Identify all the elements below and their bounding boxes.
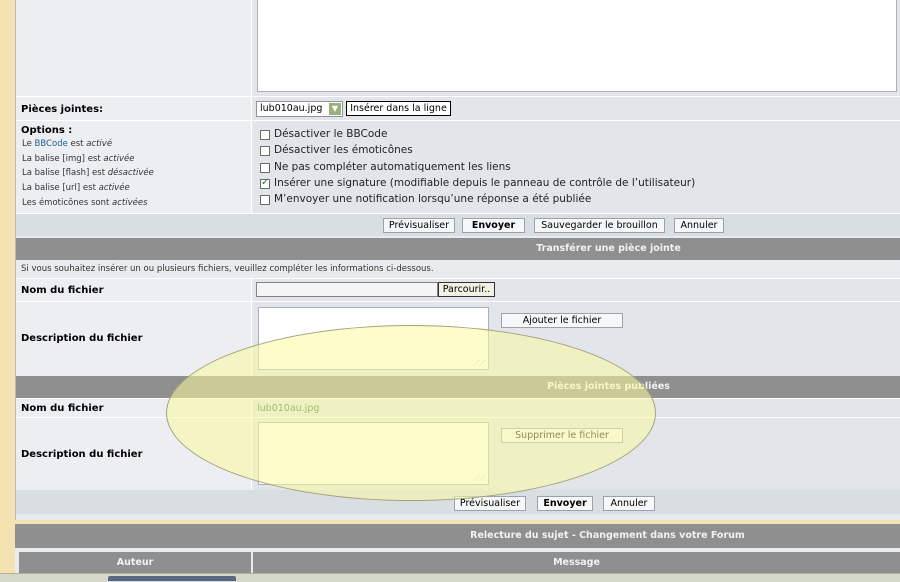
notify-label: M’envoyer une notification lorsqu’une ré… <box>274 193 592 205</box>
published-filename-label: Nom du fichier <box>21 403 104 414</box>
option-info-img: La balise [img] est activée <box>22 154 135 164</box>
attachments-selected: lub010au.jpg <box>260 103 323 114</box>
taskbar-button[interactable] <box>108 576 236 581</box>
notify-checkbox[interactable] <box>260 195 270 205</box>
disable-smilies-checkbox[interactable] <box>260 146 270 156</box>
message-textarea[interactable] <box>257 0 897 92</box>
file-path-input[interactable] <box>256 282 438 297</box>
published-description-textarea[interactable]: ⋰⋰ <box>258 422 489 485</box>
published-filename-row: Nom du fichier lub010au.jpg <box>16 399 900 417</box>
option-info-flash: La balise [flash] est désactivée <box>22 168 154 178</box>
bottom-cancel-button[interactable]: Annuler <box>603 496 655 511</box>
message-row <box>16 0 900 96</box>
resize-grip-icon[interactable]: ⋰⋰ <box>473 474 486 482</box>
upload-description-label-cell: Description du fichier <box>16 302 252 376</box>
attachments-select[interactable]: lub010au.jpg ▼ <box>256 101 343 117</box>
disable-bbcode-checkbox[interactable] <box>260 130 270 140</box>
insert-inline-button[interactable]: Insérer dans la ligne <box>346 101 451 116</box>
message-value-cell <box>253 0 900 96</box>
published-description-value-cell: ⋰⋰ Supprimer le fichier <box>253 418 900 490</box>
attach-signature-label: Insérer une signature (modifiable depuis… <box>274 177 696 189</box>
published-description-row: Description du fichier ⋰⋰ Supprimer le f… <box>16 418 900 490</box>
upload-filename-row: Nom du fichier Parcourir.. <box>16 279 900 301</box>
upload-hint-row: Si vous souhaitez insérer un ou plusieur… <box>16 260 900 278</box>
upload-filename-value-cell: Parcourir.. <box>253 279 900 301</box>
review-header: Relecture du sujet - Changement dans vot… <box>15 524 900 548</box>
add-file-button[interactable]: Ajouter le fichier <box>501 313 623 328</box>
option-info-url: La balise [url] est activée <box>22 183 130 193</box>
bottom-actions-row: Prévisualiser Envoyer Annuler <box>16 490 900 514</box>
upload-hint: Si vous souhaitez insérer un ou plusieur… <box>21 264 434 274</box>
actions-row: Prévisualiser Envoyer Sauvegarder le bro… <box>16 214 900 236</box>
delete-file-button[interactable]: Supprimer le fichier <box>501 428 623 443</box>
resize-grip-icon[interactable]: ⋰⋰ <box>473 359 486 367</box>
upload-description-value-cell: ⋰⋰ Ajouter le fichier <box>253 302 900 376</box>
attachments-label: Pièces jointes: <box>21 104 104 115</box>
disable-smilies-label: Désactiver les émoticônes <box>274 144 413 156</box>
disable-bbcode-label: Désactiver le BBCode <box>274 128 388 140</box>
attachments-row: Pièces jointes: lub010au.jpg ▼ Insérer d… <box>16 97 900 120</box>
save-draft-button[interactable]: Sauvegarder le brouillon <box>534 218 665 233</box>
browse-button[interactable]: Parcourir.. <box>438 282 495 297</box>
option-info-bbcode: Le BBCode est activé <box>22 139 113 149</box>
upload-description-textarea[interactable]: ⋰⋰ <box>258 307 489 370</box>
preview-button[interactable]: Prévisualiser <box>383 218 455 233</box>
attachments-label-cell: Pièces jointes: <box>16 97 252 120</box>
published-description-label: Description du fichier <box>21 449 143 460</box>
attachments-value-cell: lub010au.jpg ▼ Insérer dans la ligne <box>253 97 900 120</box>
bbcode-link[interactable]: BBCode <box>35 139 68 149</box>
send-button[interactable]: Envoyer <box>462 218 525 233</box>
upload-filename-label: Nom du fichier <box>21 285 104 296</box>
upload-filename-label-cell: Nom du fichier <box>16 279 252 301</box>
published-file-link[interactable]: lub010au.jpg <box>257 403 319 414</box>
message-label-cell <box>16 0 252 96</box>
options-title: Options : <box>21 125 73 136</box>
published-filename-label-cell: Nom du fichier <box>16 399 252 417</box>
chevron-down-icon[interactable]: ▼ <box>329 103 341 115</box>
upload-description-label: Description du fichier <box>21 333 143 344</box>
attach-signature-checkbox[interactable] <box>260 177 270 189</box>
options-label-cell: Options : Le BBCode est activé La balise… <box>16 121 252 213</box>
disable-magic-url-checkbox[interactable] <box>260 163 270 173</box>
post-form: Pièces jointes: lub010au.jpg ▼ Insérer d… <box>15 0 900 520</box>
published-description-label-cell: Description du fichier <box>16 418 252 490</box>
review-col-message: Message <box>253 552 900 573</box>
disable-magic-url-label: Ne pas compléter automatiquement les lie… <box>274 161 511 173</box>
option-info-smilies: Les émoticônes sont activées <box>22 198 148 208</box>
topic-review: Relecture du sujet - Changement dans vot… <box>15 524 900 573</box>
upload-header: Transférer une pièce jointe <box>16 238 900 260</box>
bottom-preview-button[interactable]: Prévisualiser <box>454 496 526 511</box>
review-col-author: Auteur <box>19 552 251 573</box>
bottom-send-button[interactable]: Envoyer <box>537 496 593 511</box>
published-header: Pièces jointes publiées <box>16 376 900 398</box>
cancel-button[interactable]: Annuler <box>674 218 724 233</box>
published-filename-value-cell: lub010au.jpg <box>253 399 900 417</box>
upload-description-row: Description du fichier ⋰⋰ Ajouter le fic… <box>16 302 900 376</box>
